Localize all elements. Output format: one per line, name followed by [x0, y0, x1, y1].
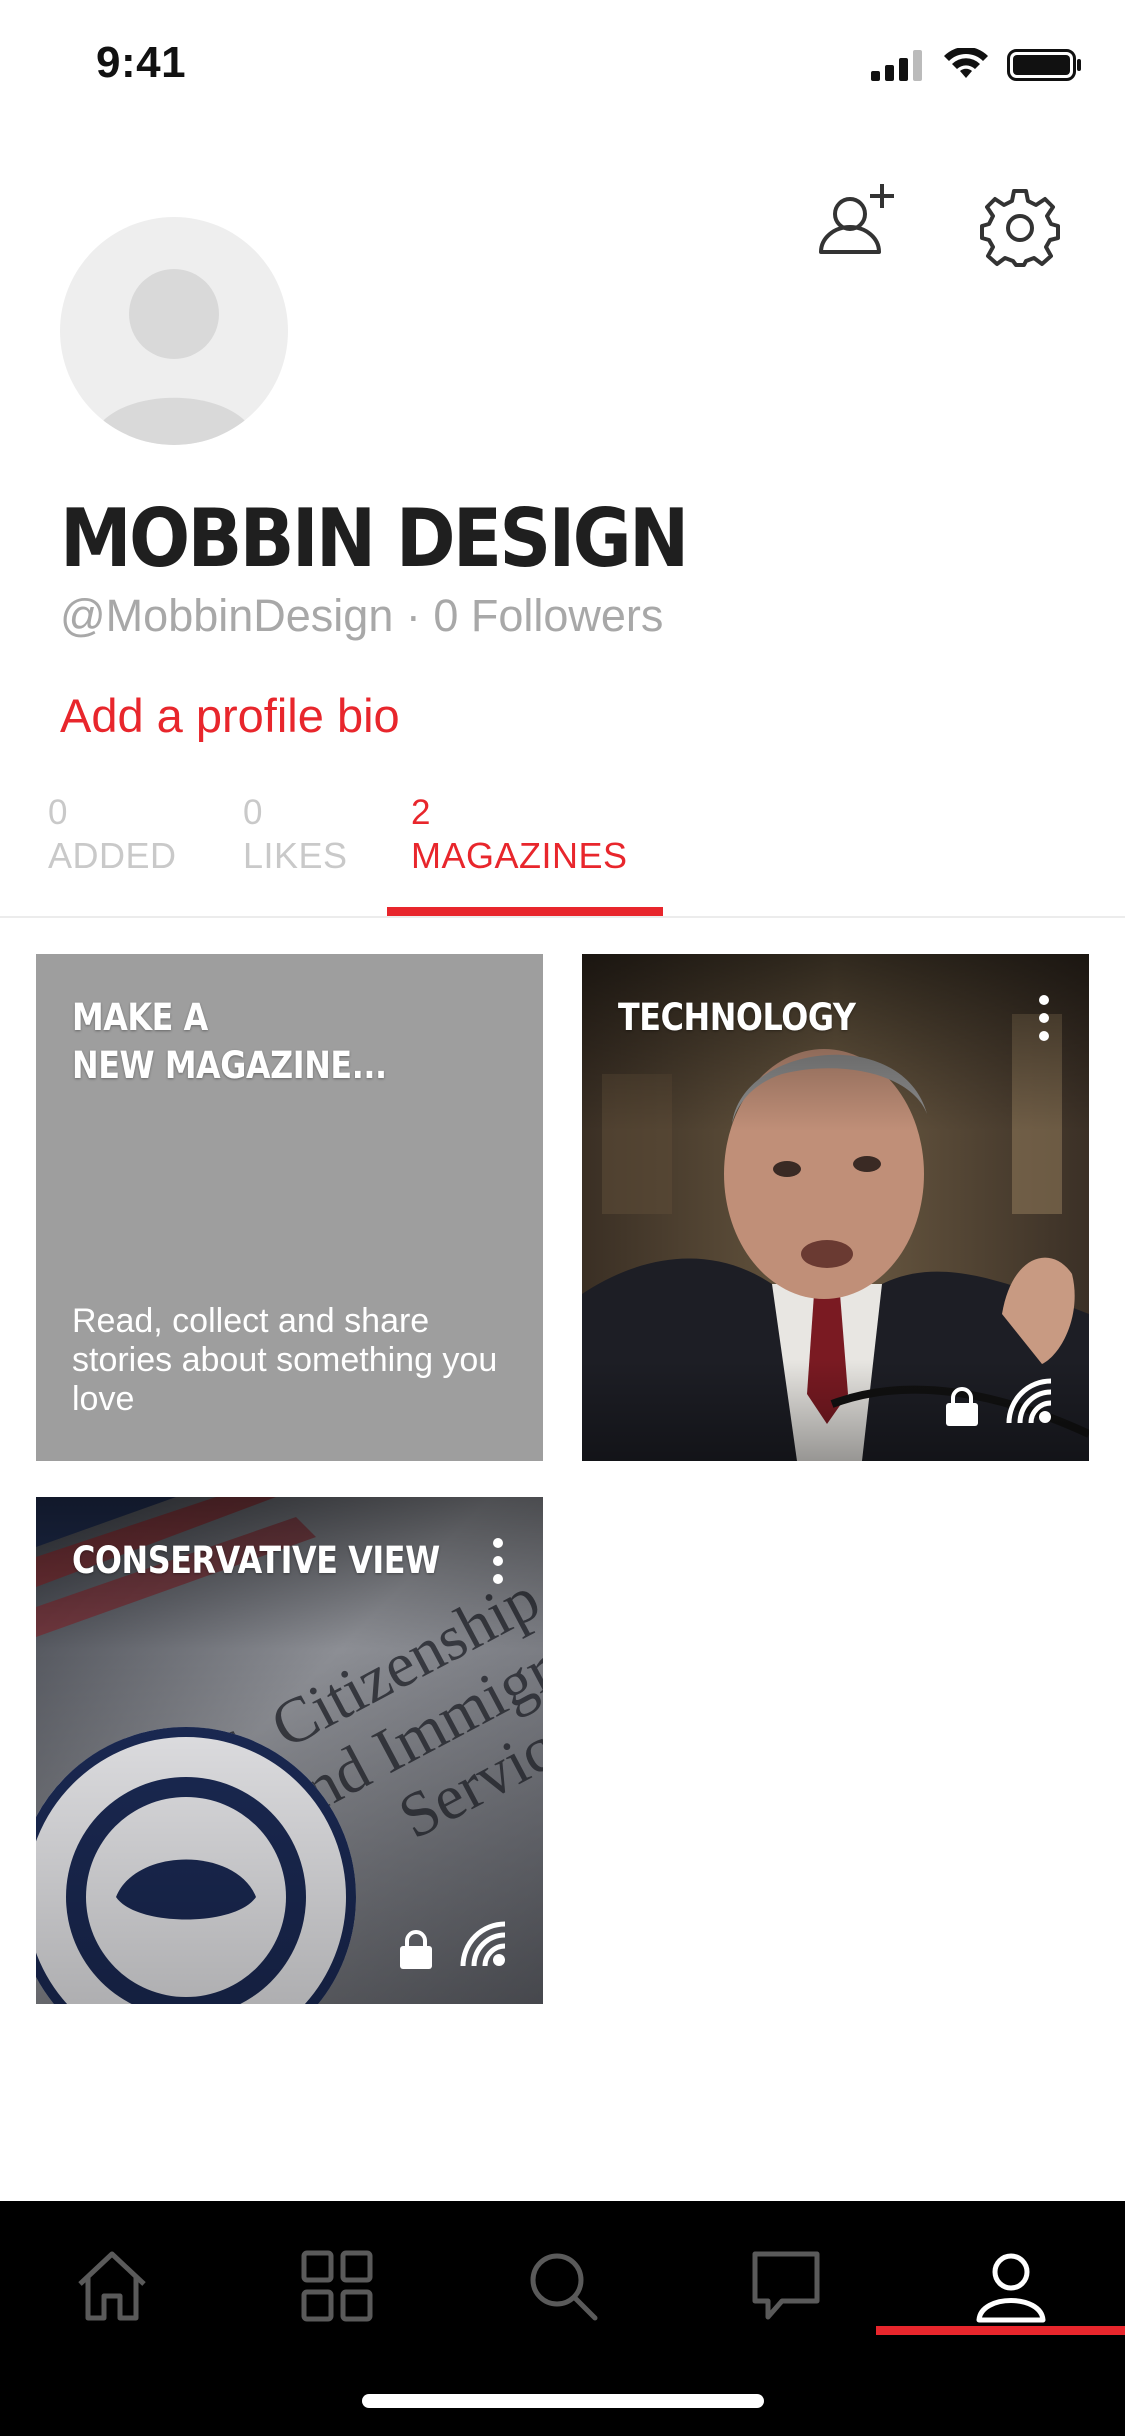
- cellular-signal-icon: [871, 50, 922, 81]
- tile-badges: [945, 1377, 1055, 1427]
- lock-icon: [946, 1387, 978, 1426]
- nav-explore[interactable]: [282, 2231, 392, 2341]
- new-magazine-description: Read, collect and share stories about so…: [72, 1302, 498, 1418]
- status-icons: [871, 48, 1083, 82]
- technology-title: TECHNOLOGY: [618, 996, 856, 1039]
- add-bio-link[interactable]: Add a profile bio: [60, 688, 400, 743]
- tab-label: ADDED: [48, 835, 177, 876]
- add-person-icon: [819, 184, 894, 254]
- nav-profile[interactable]: [956, 2231, 1066, 2341]
- home-indicator[interactable]: [362, 2394, 764, 2408]
- magazine-tile-conservative-view[interactable]: U.S. Citizenship and Immigration Service…: [36, 1497, 543, 2004]
- grid-icon: [301, 2250, 373, 2322]
- more-vertical-icon[interactable]: [483, 1533, 513, 1593]
- chat-icon: [752, 2251, 820, 2320]
- rss-icon: [460, 1921, 506, 1967]
- tab-count: 2: [411, 793, 431, 832]
- nav-notifications[interactable]: [731, 2231, 841, 2341]
- battery-icon: [1007, 49, 1081, 81]
- gear-icon: [980, 189, 1060, 267]
- status-bar: 9:41: [0, 0, 1125, 132]
- lock-icon: [400, 1930, 432, 1969]
- settings-button[interactable]: [980, 188, 1060, 268]
- tab-likes[interactable]: 0 LIKES: [243, 790, 403, 916]
- more-vertical-icon[interactable]: [1029, 990, 1059, 1050]
- tile-badges: [399, 1920, 509, 1970]
- profile-name: MOBBIN DESIGN: [60, 492, 689, 585]
- tab-label: MAGAZINES: [411, 835, 628, 876]
- conservative-view-title: CONSERVATIVE VIEW: [72, 1539, 440, 1582]
- new-magazine-title: MAKE A NEW MAGAZINE...: [72, 994, 387, 1090]
- tab-count: 0: [243, 793, 263, 832]
- tab-label: LIKES: [243, 835, 348, 876]
- active-nav-indicator: [876, 2326, 1125, 2335]
- new-magazine-title-line2: NEW MAGAZINE...: [72, 1044, 387, 1087]
- nav-home[interactable]: [57, 2231, 167, 2341]
- avatar[interactable]: [60, 217, 288, 445]
- nav-search[interactable]: [508, 2231, 618, 2341]
- rss-icon: [1006, 1378, 1052, 1424]
- magazine-tile-technology[interactable]: TECHNOLOGY: [582, 954, 1089, 1461]
- search-icon: [530, 2253, 598, 2321]
- person-placeholder-icon: [90, 269, 258, 445]
- profile-tabs: 0 ADDED 0 LIKES 2 MAGAZINES: [0, 790, 1125, 918]
- tab-magazines[interactable]: 2 MAGAZINES: [387, 790, 663, 916]
- tab-count: 0: [48, 793, 68, 832]
- home-icon: [78, 2251, 146, 2321]
- wifi-icon: [944, 48, 988, 78]
- add-follower-button[interactable]: [814, 180, 904, 270]
- active-tab-underline: [387, 907, 663, 916]
- status-time: 9:41: [96, 38, 187, 87]
- tab-added[interactable]: 0 ADDED: [48, 790, 238, 916]
- profile-icon: [976, 2253, 1046, 2323]
- profile-handle-followers: @MobbinDesign · 0 Followers: [60, 590, 664, 641]
- new-magazine-title-line1: MAKE A: [72, 996, 208, 1039]
- new-magazine-tile[interactable]: MAKE A NEW MAGAZINE... Read, collect and…: [36, 954, 543, 1461]
